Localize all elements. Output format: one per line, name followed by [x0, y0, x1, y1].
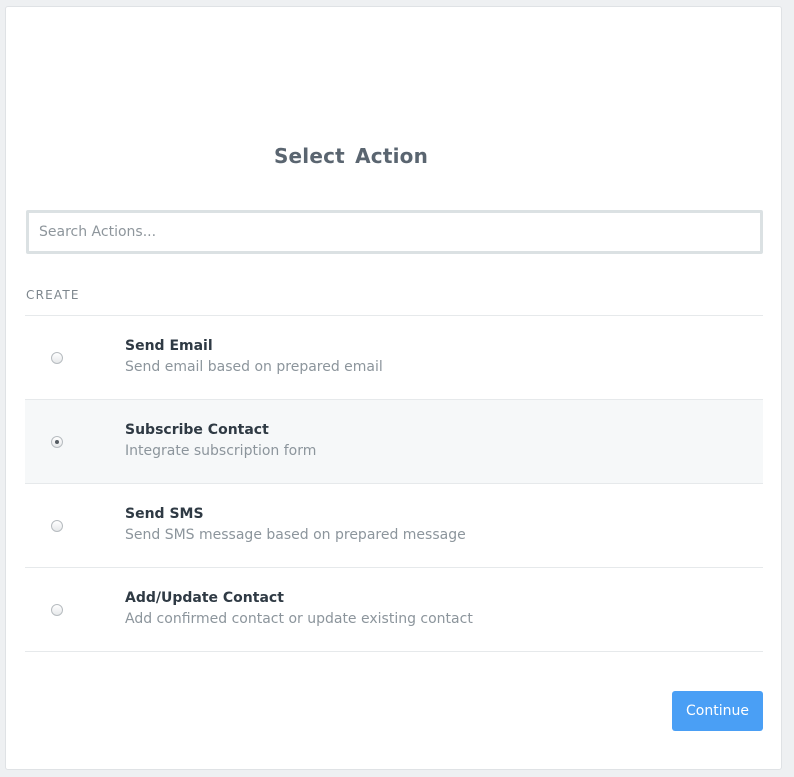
- action-title: Subscribe Contact: [125, 422, 269, 438]
- action-row-send-email[interactable]: Send Email Send email based on prepared …: [25, 316, 763, 400]
- action-row-subscribe-contact[interactable]: Subscribe Contact Integrate subscription…: [25, 400, 763, 484]
- select-action-panel: Select Action CREATE Send Email Send ema…: [5, 6, 782, 770]
- section-label: CREATE: [26, 288, 80, 302]
- action-row-send-sms[interactable]: Send SMS Send SMS message based on prepa…: [25, 484, 763, 568]
- radio-button[interactable]: [51, 352, 63, 364]
- action-list: Send Email Send email based on prepared …: [25, 315, 763, 652]
- search-box[interactable]: [26, 210, 763, 254]
- action-description: Send email based on prepared email: [125, 359, 383, 375]
- radio-button[interactable]: [51, 520, 63, 532]
- page-title: Select Action: [273, 144, 429, 168]
- search-input[interactable]: [29, 213, 760, 251]
- action-description: Integrate subscription form: [125, 443, 317, 459]
- radio-button[interactable]: [51, 604, 63, 616]
- radio-button-selected[interactable]: [51, 436, 63, 448]
- continue-button[interactable]: Continue: [672, 691, 763, 731]
- action-title: Send Email: [125, 338, 213, 354]
- action-title: Add/Update Contact: [125, 590, 284, 606]
- action-row-add-update-contact[interactable]: Add/Update Contact Add confirmed contact…: [25, 568, 763, 652]
- action-description: Send SMS message based on prepared messa…: [125, 527, 466, 543]
- radio-dot: [55, 440, 59, 444]
- action-description: Add confirmed contact or update existing…: [125, 611, 473, 627]
- action-title: Send SMS: [125, 506, 204, 522]
